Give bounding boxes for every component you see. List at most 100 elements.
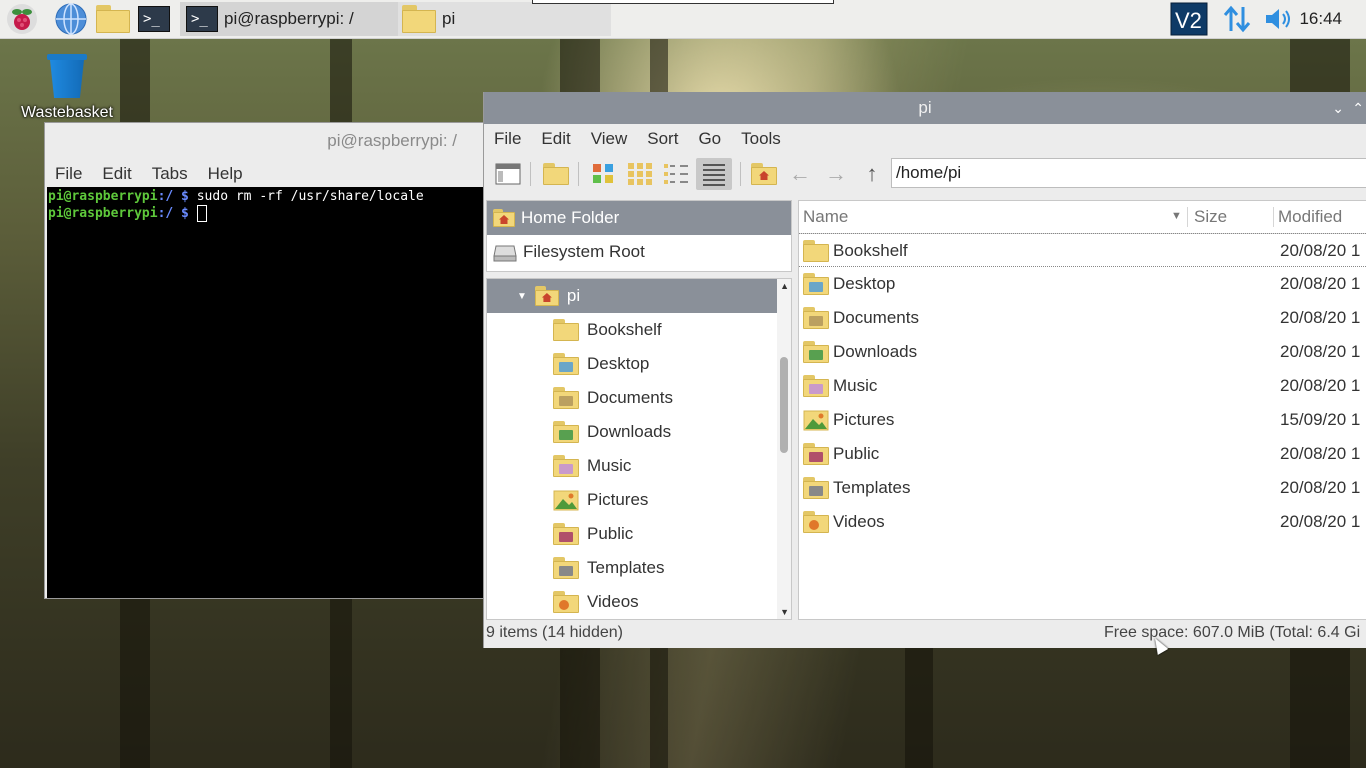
collapse-triangle-icon[interactable]: ▼ [517,291,527,302]
place-filesystem-root[interactable]: Filesystem Root [487,235,791,269]
folder-icon [402,5,436,33]
tree-scrollbar-thumb[interactable] [780,357,788,453]
tree-item[interactable]: Documents [553,381,673,415]
path-input[interactable]: /home/pi [891,158,1366,188]
back-arrow-icon[interactable]: ← [784,158,816,190]
tree-item[interactable]: Downloads [553,415,671,449]
file-row[interactable]: Public 20/08/20 1 [799,437,1366,471]
tree-item[interactable]: Music [553,449,631,483]
file-manager-titlebar[interactable]: pi ⌄ ⌃ [484,92,1366,124]
fm-menu-view[interactable]: View [581,129,638,149]
folder-icon [803,240,829,262]
status-item-count: 9 items (14 hidden) [486,624,623,641]
volume-icon[interactable] [1262,3,1294,35]
home-folder-icon [534,286,559,306]
file-row[interactable]: Bookshelf 20/08/20 1 [799,233,1366,267]
toolbar-separator [740,162,741,186]
column-separator[interactable] [1187,207,1188,227]
tree-root-label: pi [566,286,581,305]
tree-item[interactable]: Public [553,517,633,551]
scroll-down-arrow-icon[interactable]: ▼ [780,607,789,617]
file-list-header: Name ▼ Size Modified [799,201,1366,234]
compact-view-icon[interactable] [660,158,692,190]
tree-item[interactable]: Videos [553,585,639,619]
browser-globe-icon[interactable] [54,3,88,35]
task-filemanager[interactable]: pi [398,2,611,36]
file-list: Name ▼ Size Modified Bookshelf 20/08/20 … [798,200,1366,620]
file-manager-launcher-icon[interactable] [96,3,130,35]
column-modified[interactable]: Modified [1278,207,1342,227]
new-folder-icon[interactable] [540,158,572,190]
detailed-list-view-icon[interactable] [696,158,732,190]
documents-folder-icon [553,387,579,409]
scroll-up-arrow-icon[interactable]: ▲ [780,281,789,291]
pictures-icon [553,490,579,511]
music-folder-icon [553,455,579,477]
fm-menu-sort[interactable]: Sort [637,129,688,149]
terminal-menu-help[interactable]: Help [198,164,253,184]
home-folder-icon[interactable] [748,158,780,190]
new-window-icon[interactable] [492,158,524,190]
up-arrow-icon[interactable]: ↑ [856,158,888,190]
terminal-menu-tabs[interactable]: Tabs [142,164,198,184]
vnc-icon[interactable]: V2 [1170,2,1208,36]
videos-folder-icon [553,591,579,613]
thumbnail-view-icon[interactable] [624,158,656,190]
svg-text:V2: V2 [1175,8,1202,33]
public-folder-icon [553,523,579,545]
clock[interactable]: 16:44 [1299,0,1342,38]
column-size[interactable]: Size [1194,207,1227,227]
tree-root-pi[interactable]: ▼ pi [487,279,777,313]
tree-item[interactable]: Pictures [553,483,648,517]
toolbar-separator [578,162,579,186]
background-trunk [905,640,933,768]
file-row[interactable]: Documents 20/08/20 1 [799,301,1366,335]
sort-down-arrow-icon[interactable]: ▼ [1171,210,1182,222]
status-free-space: Free space: 607.0 MiB (Total: 6.4 Gi [1104,624,1361,641]
forward-arrow-icon[interactable]: → [820,158,852,190]
desktop-folder-icon [553,353,579,375]
file-row[interactable]: Music 20/08/20 1 [799,369,1366,403]
wastebasket-desktop-item[interactable]: Wastebasket [14,52,120,122]
terminal-title[interactable]: pi@raspberrypi: / [45,123,483,159]
fm-menu-edit[interactable]: Edit [531,129,580,149]
fm-menu-file[interactable]: File [484,129,531,149]
maximize-chevron-icon[interactable]: ⌃ [1352,92,1364,124]
icon-view-icon[interactable] [588,158,620,190]
tree-item[interactable]: Desktop [553,347,649,381]
tree-scrollbar[interactable]: ▲ ▼ [777,279,791,619]
documents-folder-icon [803,307,829,329]
task-terminal[interactable]: >_ pi@raspberrypi: / [180,2,398,36]
file-manager-window: pi ⌄ ⌃ File Edit View Sort Go Tools ← → … [483,92,1366,648]
terminal-menu-edit[interactable]: Edit [92,164,141,184]
places-pane: Home Folder Filesystem Root [486,200,792,272]
directory-tree: ▼ pi Bookshelf Desktop Documents Downloa… [486,278,792,620]
network-arrows-icon[interactable] [1222,3,1252,35]
music-folder-icon [803,375,829,397]
column-separator[interactable] [1273,207,1274,227]
status-bar: 9 items (14 hidden) Free space: 607.0 Mi… [486,624,1366,646]
fm-menu-go[interactable]: Go [688,129,731,149]
file-row[interactable]: Videos 20/08/20 1 [799,505,1366,539]
fm-menu-tools[interactable]: Tools [731,129,791,149]
file-row[interactable]: Templates 20/08/20 1 [799,471,1366,505]
terminal-screen[interactable]: pi@raspberrypi:/ $ sudo rm -rf /usr/shar… [47,187,483,598]
file-manager-title: pi [918,98,932,117]
templates-folder-icon [553,557,579,579]
file-row[interactable]: Desktop 20/08/20 1 [799,267,1366,301]
folder-icon [553,319,579,341]
terminal-launcher-icon[interactable]: >_ [138,3,170,35]
terminal-menu-file[interactable]: File [45,164,92,184]
place-home-folder[interactable]: Home Folder [487,201,791,235]
minimize-chevron-icon[interactable]: ⌄ [1332,92,1344,124]
templates-folder-icon [803,477,829,499]
file-row[interactable]: Downloads 20/08/20 1 [799,335,1366,369]
tree-item[interactable]: Templates [553,551,664,585]
column-name[interactable]: Name [803,207,848,227]
wastebasket-icon [47,52,87,100]
tree-item[interactable]: Bookshelf [553,313,662,347]
public-folder-icon [803,443,829,465]
terminal-line: pi@raspberrypi:/ $ [48,205,483,222]
raspberry-menu-icon[interactable] [6,3,38,35]
file-row[interactable]: Pictures 15/09/20 1 [799,403,1366,437]
